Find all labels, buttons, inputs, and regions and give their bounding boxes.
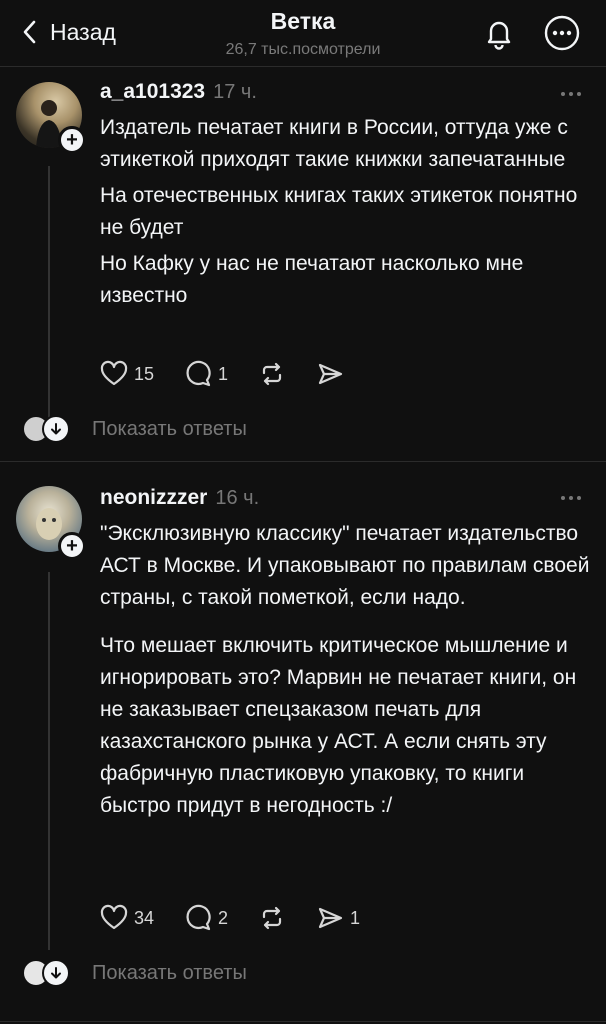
comment-icon	[186, 360, 211, 387]
comment-button[interactable]: 2	[184, 904, 228, 932]
heart-icon	[100, 360, 128, 386]
thread-line	[48, 572, 50, 950]
post-text: Издатель печатает книги в России, оттуда…	[100, 112, 580, 312]
like-count: 15	[134, 363, 155, 384]
heart-icon	[100, 904, 128, 930]
post-paragraph: Но Кафку у нас не печатают насколько мне…	[100, 252, 524, 307]
username-text: a_a101323	[100, 80, 206, 103]
username[interactable]: a_a101323 17 ч.	[100, 80, 257, 104]
repost-button[interactable]	[258, 904, 286, 932]
arrow-down-icon	[42, 959, 70, 987]
bell-icon[interactable]	[480, 14, 518, 52]
header: Назад Ветка 26,7 тыс.посмотрели	[0, 0, 606, 64]
show-replies-label: Показать ответы	[92, 961, 247, 984]
like-button[interactable]: 34	[100, 904, 154, 932]
post-text: "Эксклюзивную классику" печатает издател…	[100, 518, 590, 822]
post-time: 16 ч.	[215, 487, 260, 509]
share-count: 1	[350, 907, 361, 928]
post-divider	[0, 1021, 606, 1022]
repost-button[interactable]	[258, 360, 286, 388]
show-replies[interactable]: Показать ответы	[22, 956, 247, 990]
comment-icon	[186, 904, 211, 931]
share-button[interactable]	[316, 360, 344, 388]
send-icon	[318, 363, 343, 385]
follow-plus-button[interactable]: +	[58, 126, 86, 154]
post-paragraph: "Эксклюзивную классику" печатает издател…	[100, 522, 590, 609]
username-text: neonizzzer	[100, 486, 208, 509]
post: + a_a101323 17 ч. Издатель печатает книги…	[0, 66, 606, 460]
comment-button[interactable]: 1	[184, 360, 228, 388]
comment-count: 2	[218, 907, 229, 928]
follow-plus-button[interactable]: +	[58, 532, 86, 560]
share-button[interactable]: 1	[316, 904, 360, 932]
send-icon	[318, 907, 343, 929]
username[interactable]: neonizzzer 16 ч.	[100, 486, 259, 510]
post-time: 17 ч.	[213, 81, 257, 103]
post-actions: 34 2 1	[100, 903, 390, 933]
post-paragraph: Что мешает включить критическое мышление…	[100, 634, 577, 817]
post-actions: 15 1	[100, 359, 374, 389]
more-icon[interactable]	[560, 494, 582, 502]
more-circle-icon[interactable]	[543, 14, 581, 52]
like-button[interactable]: 15	[100, 360, 154, 388]
repost-icon	[262, 906, 282, 930]
like-count: 34	[134, 907, 155, 928]
post-paragraph: Издатель печатает книги в России, оттуда…	[100, 116, 568, 171]
repost-icon	[262, 362, 282, 386]
post: + neonizzzer 16 ч. "Эксклюзивную классику…	[0, 462, 606, 1012]
show-replies[interactable]: Показать ответы	[22, 412, 247, 446]
arrow-down-icon	[42, 415, 70, 443]
thread-line	[48, 166, 50, 424]
post-paragraph: На отечественных книгах таких этикеток п…	[100, 184, 578, 239]
comment-count: 1	[218, 363, 229, 384]
show-replies-label: Показать ответы	[92, 417, 247, 440]
more-icon[interactable]	[560, 90, 582, 98]
